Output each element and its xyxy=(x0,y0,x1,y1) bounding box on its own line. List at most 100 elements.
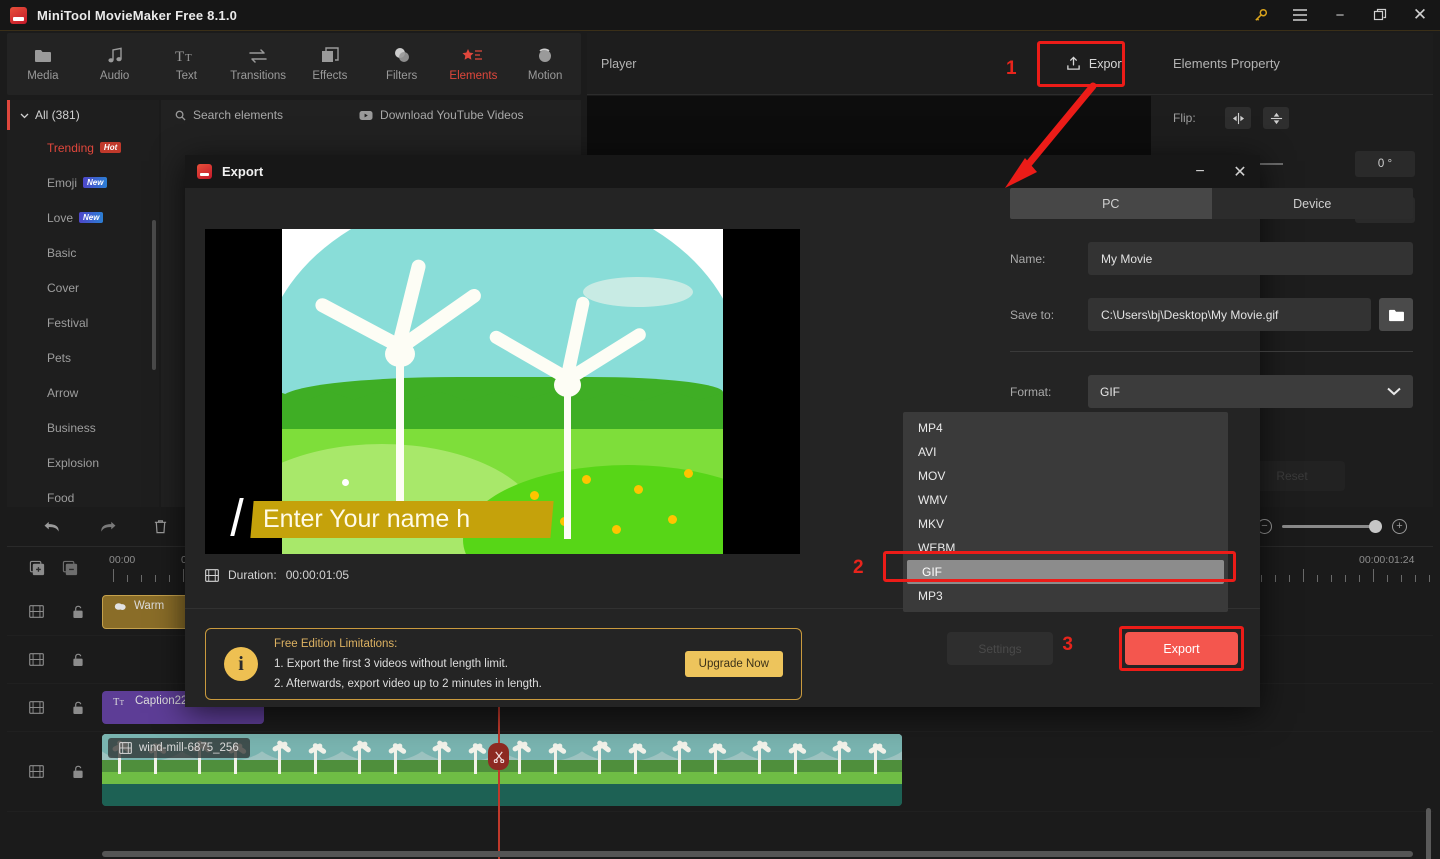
zoom-slider[interactable] xyxy=(1282,520,1382,533)
track-lock-icon[interactable] xyxy=(72,765,84,779)
app-logo-icon xyxy=(10,6,27,24)
add-track-icon[interactable] xyxy=(29,560,46,577)
track-lock-icon[interactable] xyxy=(72,653,84,667)
category-header-label: All (381) xyxy=(35,108,80,122)
format-option-mp3[interactable]: MP3 xyxy=(903,584,1228,608)
upgrade-now-button[interactable]: Upgrade Now xyxy=(684,651,783,677)
dialog-footer: i Free Edition Limitations: 1. Export th… xyxy=(185,608,1260,707)
tab-motion[interactable]: Motion xyxy=(509,33,581,95)
search-input[interactable]: Search elements xyxy=(175,108,283,122)
delete-icon[interactable] xyxy=(153,519,168,535)
sidebar-item-pets[interactable]: Pets xyxy=(7,340,159,375)
sidebar-item-cover[interactable]: Cover xyxy=(7,270,159,305)
format-option-wmv[interactable]: WMV xyxy=(903,488,1228,512)
folder-icon[interactable] xyxy=(1379,298,1413,331)
track-head xyxy=(7,636,95,683)
zoom-slider-knob[interactable] xyxy=(1369,520,1382,533)
tab-elements[interactable]: Elements xyxy=(438,33,510,95)
category-header[interactable]: All (381) xyxy=(7,100,159,130)
dialog-window-controls: − ✕ xyxy=(1180,155,1260,188)
search-placeholder: Search elements xyxy=(193,108,284,122)
sidebar-item-label: Love xyxy=(47,210,74,225)
minimize-button[interactable]: − xyxy=(1320,0,1360,31)
tab-filters[interactable]: Filters xyxy=(366,33,438,95)
filter-icon xyxy=(114,602,126,610)
download-youtube-button[interactable]: Download YouTube Videos xyxy=(359,108,524,122)
notice-text: Free Edition Limitations: 1. Export the … xyxy=(274,634,542,694)
timeline-vertical-scrollbar[interactable] xyxy=(1426,808,1431,859)
tab-transitions[interactable]: Transitions xyxy=(222,33,294,95)
film-icon xyxy=(205,568,219,582)
sidebar-item-label: Emoji xyxy=(47,175,78,190)
tab-effects[interactable]: Effects xyxy=(294,33,366,95)
format-option-mkv[interactable]: MKV xyxy=(903,512,1228,536)
close-button[interactable]: ✕ xyxy=(1400,0,1440,31)
tab-device[interactable]: Device xyxy=(1212,188,1414,219)
track-type-icon xyxy=(29,701,44,714)
track-type-icon xyxy=(29,605,44,618)
redo-icon[interactable] xyxy=(98,519,117,534)
svg-text:T: T xyxy=(120,698,125,707)
saveto-input[interactable]: C:\Users\bj\Desktop\My Movie.gif xyxy=(1088,298,1371,331)
key-icon[interactable] xyxy=(1240,0,1280,31)
rotate-value[interactable]: 0 ° xyxy=(1355,151,1415,177)
undo-icon[interactable] xyxy=(43,519,62,534)
sidebar-item-label: Basic xyxy=(47,245,77,260)
format-option-webm[interactable]: WEBM xyxy=(903,536,1228,560)
sidebar-item-explosion[interactable]: Explosion xyxy=(7,445,159,480)
tab-text[interactable]: TT Text xyxy=(151,33,223,95)
sidebar-item-business[interactable]: Business xyxy=(7,410,159,445)
filters-icon xyxy=(393,46,411,65)
dialog-minimize-button[interactable]: − xyxy=(1180,155,1220,188)
sidebar-item-label: Business xyxy=(47,420,96,435)
remove-track-icon[interactable] xyxy=(62,560,79,577)
track-lock-icon[interactable] xyxy=(72,605,84,619)
main-toolbar: Media Audio TT Text Transitions Effects xyxy=(7,33,581,95)
maximize-icon[interactable] xyxy=(1360,0,1400,31)
sidebar-item-label: Trending xyxy=(47,140,94,155)
elements-panel-header: Search elements Download YouTube Videos xyxy=(161,100,581,130)
track-head xyxy=(7,588,95,635)
track-lock-icon[interactable] xyxy=(72,701,84,715)
format-row: Format: GIF xyxy=(1010,375,1413,408)
menu-icon[interactable] xyxy=(1280,0,1320,31)
dialog-title: Export xyxy=(222,164,264,179)
app-title: MiniTool MovieMaker Free 8.1.0 xyxy=(37,7,238,23)
format-option-mp4[interactable]: MP4 xyxy=(903,416,1228,440)
duration-value: 00:00:01:05 xyxy=(285,568,350,582)
track-head xyxy=(7,684,95,731)
settings-button[interactable]: Settings xyxy=(947,632,1053,665)
notice-line-2: 2. Afterwards, export video up to 2 minu… xyxy=(274,678,542,691)
tab-effects-label: Effects xyxy=(312,70,348,82)
sidebar-item-emoji[interactable]: Emoji New xyxy=(7,165,159,200)
tab-media[interactable]: Media xyxy=(7,33,79,95)
name-input[interactable]: My Movie xyxy=(1088,242,1413,275)
sidebar-item-arrow[interactable]: Arrow xyxy=(7,375,159,410)
zoom-in-button[interactable]: + xyxy=(1392,519,1407,534)
export-button[interactable]: Export xyxy=(1054,48,1137,79)
tab-audio[interactable]: Audio xyxy=(79,33,151,95)
split-playhead-icon[interactable] xyxy=(488,743,509,770)
tab-elements-label: Elements xyxy=(449,70,498,82)
dialog-export-button[interactable]: Export xyxy=(1125,632,1238,665)
flip-horizontal-icon[interactable] xyxy=(1225,107,1251,129)
flip-vertical-icon[interactable] xyxy=(1263,107,1289,129)
tab-pc[interactable]: PC xyxy=(1010,188,1212,219)
track-row: wind-mill-6875_256 xyxy=(7,732,1433,812)
timeline-horizontal-scrollbar[interactable] xyxy=(102,851,1413,857)
format-select[interactable]: GIF xyxy=(1088,375,1413,408)
app-window: MiniTool MovieMaker Free 8.1.0 − ✕ Media xyxy=(0,0,1440,859)
format-option-avi[interactable]: AVI xyxy=(903,440,1228,464)
preview-caption: Enter Your name h xyxy=(263,505,471,533)
sidebar-item-love[interactable]: Love New xyxy=(7,200,159,235)
category-scrollbar[interactable] xyxy=(152,220,156,370)
sidebar-item-food[interactable]: Food xyxy=(7,480,159,507)
sidebar-item-label: Food xyxy=(47,490,75,505)
video-clip-icon xyxy=(119,742,132,754)
dialog-close-button[interactable]: ✕ xyxy=(1220,155,1260,188)
format-option-mov[interactable]: MOV xyxy=(903,464,1228,488)
sidebar-item-festival[interactable]: Festival xyxy=(7,305,159,340)
sidebar-item-basic[interactable]: Basic xyxy=(7,235,159,270)
format-option-gif[interactable]: GIF xyxy=(907,560,1224,584)
sidebar-item-trending[interactable]: Trending Hot xyxy=(7,130,159,165)
